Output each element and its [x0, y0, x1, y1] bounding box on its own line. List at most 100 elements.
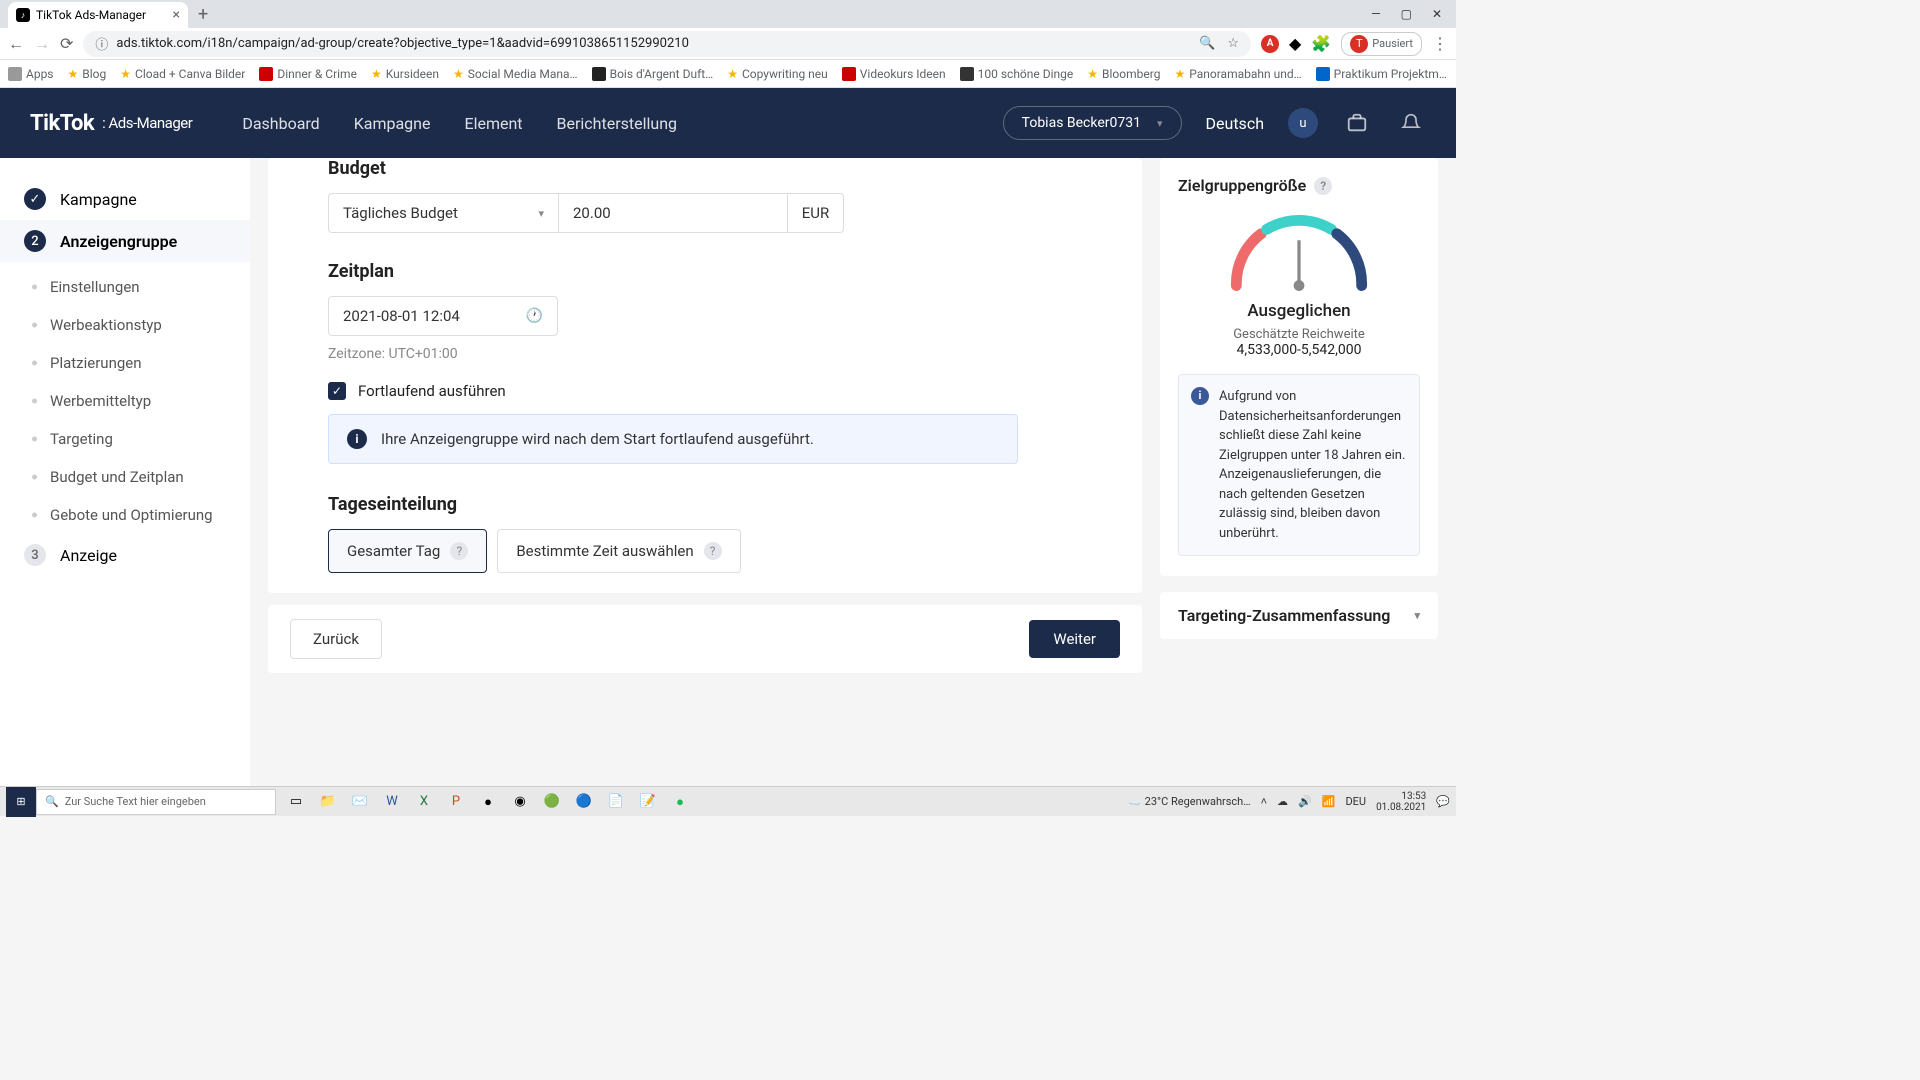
- nav-kampagne[interactable]: Kampagne: [354, 114, 431, 133]
- dayparting-allday-button[interactable]: Gesamter Tag ?: [328, 529, 487, 573]
- step-kampagne[interactable]: Kampagne: [0, 178, 250, 220]
- bookmark-apps[interactable]: Apps: [8, 67, 54, 81]
- help-icon[interactable]: ?: [1314, 177, 1332, 195]
- explorer-icon[interactable]: 📁: [314, 788, 342, 816]
- nav-element[interactable]: Element: [464, 114, 522, 133]
- substep-platzierungen[interactable]: Platzierungen: [0, 344, 250, 382]
- bookmark-item[interactable]: Dinner & Crime: [259, 67, 357, 81]
- bookmark-item[interactable]: Praktikum Projektm…: [1316, 67, 1447, 81]
- extensions-menu-icon[interactable]: 🧩: [1311, 34, 1331, 53]
- extension-abp-icon[interactable]: A: [1261, 35, 1279, 53]
- dayparting-specific-button[interactable]: Bestimmte Zeit auswählen ?: [497, 529, 740, 573]
- nav-dashboard[interactable]: Dashboard: [242, 114, 319, 133]
- tray-overflow-icon[interactable]: ˄: [1261, 795, 1267, 808]
- currency-label: EUR: [788, 193, 844, 233]
- targeting-summary-toggle[interactable]: Targeting-Zusammenfassung ▾: [1160, 592, 1438, 639]
- notepad-icon[interactable]: 📝: [634, 788, 662, 816]
- app-icon[interactable]: 📄: [602, 788, 630, 816]
- url-bar[interactable]: ⓘ ads.tiktok.com/i18n/campaign/ad-group/…: [83, 31, 1251, 57]
- app-header: TikTok : Ads-Manager Dashboard Kampagne …: [0, 88, 1456, 158]
- bookmark-item[interactable]: ★Kursideen: [371, 67, 439, 81]
- chevron-down-icon: ▾: [538, 207, 544, 220]
- brand-logo[interactable]: TikTok : Ads-Manager: [30, 111, 192, 136]
- budget-amount-input[interactable]: [558, 193, 788, 233]
- help-icon[interactable]: ?: [704, 542, 722, 560]
- browser-tab-strip: TikTok Ads-Manager × + — ▢ ✕: [0, 0, 1456, 28]
- new-tab-button[interactable]: +: [188, 4, 218, 25]
- browser-tab[interactable]: TikTok Ads-Manager ×: [8, 2, 188, 28]
- next-button[interactable]: Weiter: [1029, 620, 1120, 658]
- bookmark-item[interactable]: Bois d'Argent Duft…: [592, 67, 714, 81]
- bookmark-item[interactable]: ★Blog: [68, 67, 107, 81]
- briefcase-icon[interactable]: [1342, 108, 1372, 138]
- timezone-label: Zeitzone: UTC+01:00: [328, 346, 1082, 362]
- back-button[interactable]: Zurück: [290, 619, 382, 659]
- notifications-icon[interactable]: 💬: [1436, 795, 1450, 808]
- start-button[interactable]: ⊞: [6, 787, 36, 817]
- menu-icon[interactable]: ⋮: [1432, 34, 1448, 53]
- nav-berichterstellung[interactable]: Berichterstellung: [557, 114, 678, 133]
- clock-icon: 🕐: [526, 308, 543, 324]
- extension-icon[interactable]: ◆: [1289, 34, 1301, 53]
- info-icon: i: [1191, 387, 1209, 405]
- bell-icon[interactable]: [1396, 108, 1426, 138]
- main-nav: Dashboard Kampagne Element Berichterstel…: [242, 114, 677, 133]
- minimize-icon[interactable]: —: [1371, 7, 1380, 21]
- bookmark-item[interactable]: ★Bloomberg: [1087, 67, 1160, 81]
- star-icon[interactable]: ☆: [1227, 36, 1239, 51]
- bookmark-item[interactable]: 100 schöne Dinge: [960, 67, 1074, 81]
- volume-icon[interactable]: 🔊: [1298, 795, 1312, 808]
- budget-type-dropdown[interactable]: Tägliches Budget ▾: [328, 193, 558, 233]
- task-view-icon[interactable]: ▭: [282, 788, 310, 816]
- bookmark-item[interactable]: ★Social Media Mana…: [453, 67, 578, 81]
- audience-size-card: Zielgruppengröße ? Ausgeglichen Ge: [1160, 158, 1438, 576]
- edge-icon[interactable]: 🔵: [570, 788, 598, 816]
- profile-avatar-icon: T: [1350, 35, 1368, 53]
- powerpoint-icon[interactable]: P: [442, 788, 470, 816]
- reload-icon[interactable]: ⟳: [60, 34, 73, 53]
- obs-icon[interactable]: ◉: [506, 788, 534, 816]
- word-icon[interactable]: W: [378, 788, 406, 816]
- wifi-icon[interactable]: 📶: [1322, 795, 1336, 808]
- bookmark-item[interactable]: Videokurs Ideen: [842, 67, 946, 81]
- audience-gauge: [1229, 213, 1369, 289]
- onedrive-icon[interactable]: ☁: [1277, 795, 1288, 808]
- chrome-icon[interactable]: 🟢: [538, 788, 566, 816]
- start-date-input[interactable]: 2021-08-01 12:04 🕐: [328, 296, 558, 336]
- language-selector[interactable]: Deutsch: [1206, 114, 1264, 133]
- substep-werbemitteltyp[interactable]: Werbemitteltyp: [0, 382, 250, 420]
- profile-paused-badge[interactable]: T Pausiert: [1341, 32, 1422, 56]
- excel-icon[interactable]: X: [410, 788, 438, 816]
- help-icon[interactable]: ?: [450, 542, 468, 560]
- system-clock[interactable]: 13:53 01.08.2021: [1376, 791, 1426, 813]
- maximize-icon[interactable]: ▢: [1401, 7, 1412, 21]
- substep-einstellungen[interactable]: Einstellungen: [0, 268, 250, 306]
- spotify-icon[interactable]: ●: [666, 788, 694, 816]
- close-tab-icon[interactable]: ×: [173, 7, 180, 23]
- step-anzeigengruppe[interactable]: 2 Anzeigengruppe: [0, 220, 250, 262]
- bookmark-item[interactable]: ★Copywriting neu: [727, 67, 828, 81]
- keyboard-lang[interactable]: DEU: [1345, 795, 1366, 808]
- tiktok-favicon: [16, 8, 30, 22]
- audience-notice: i Aufgrund von Datensicherheitsanforderu…: [1178, 374, 1420, 556]
- weather-widget[interactable]: ☁️ 23°C Regenwahrsch…: [1128, 795, 1250, 808]
- substep-werbeaktionstyp[interactable]: Werbeaktionstyp: [0, 306, 250, 344]
- substep-budget-zeitplan[interactable]: Budget und Zeitplan: [0, 458, 250, 496]
- zoom-icon[interactable]: 🔍: [1199, 36, 1215, 51]
- user-avatar[interactable]: u: [1288, 108, 1318, 138]
- forward-icon[interactable]: →: [34, 34, 50, 54]
- substep-gebote-optimierung[interactable]: Gebote und Optimierung: [0, 496, 250, 534]
- mail-icon[interactable]: ✉️: [346, 788, 374, 816]
- substep-targeting[interactable]: Targeting: [0, 420, 250, 458]
- form-footer: Zurück Weiter: [268, 605, 1142, 673]
- bookmark-item[interactable]: ★Panoramabahn und…: [1174, 67, 1301, 81]
- close-window-icon[interactable]: ✕: [1432, 7, 1442, 21]
- continuous-checkbox[interactable]: ✓: [328, 382, 346, 400]
- back-icon[interactable]: ←: [8, 34, 24, 54]
- app-icon[interactable]: ●: [474, 788, 502, 816]
- bookmark-item[interactable]: ★Cload + Canva Bilder: [120, 67, 245, 81]
- user-account-dropdown[interactable]: Tobias Becker0731 ▾: [1003, 106, 1182, 140]
- step-anzeige[interactable]: 3 Anzeige: [0, 534, 250, 576]
- schedule-heading: Zeitplan: [328, 261, 1082, 282]
- taskbar-search[interactable]: 🔍 Zur Suche Text hier eingeben: [36, 789, 276, 815]
